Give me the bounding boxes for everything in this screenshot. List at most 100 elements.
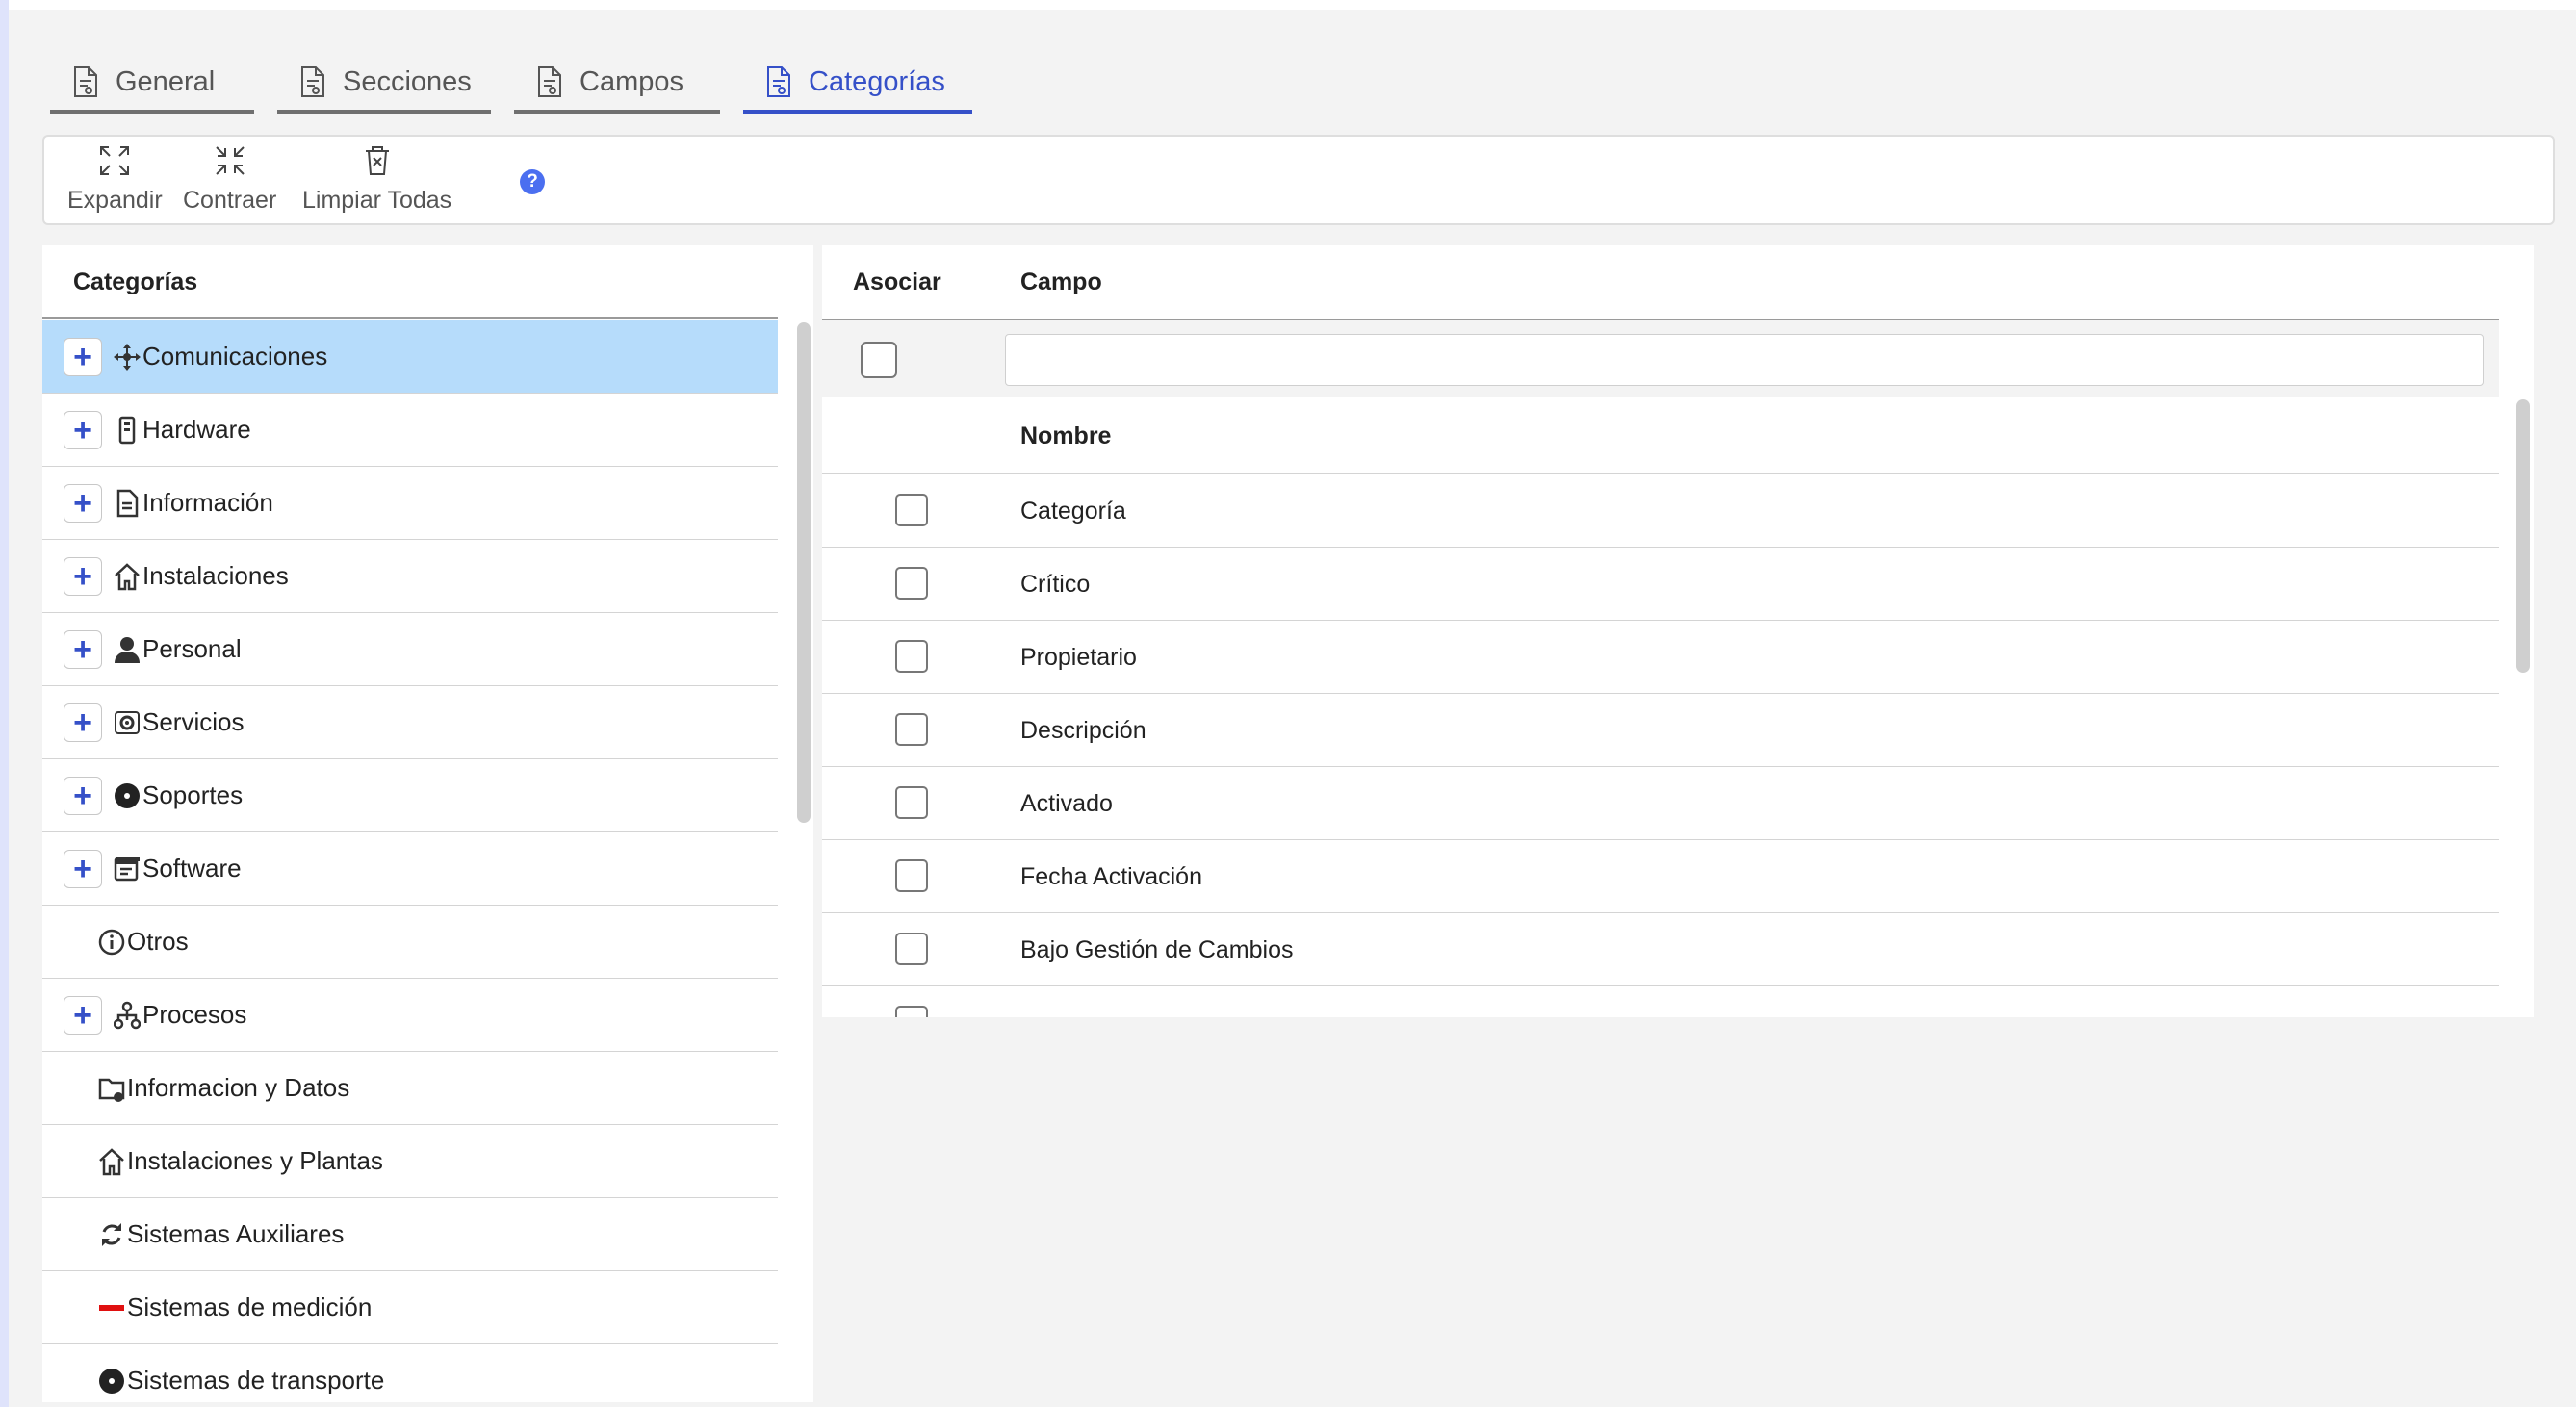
expand-node-button[interactable]: + — [64, 776, 102, 815]
table-row: Propietario — [822, 621, 2499, 694]
document-icon — [538, 66, 561, 97]
field-name: Crítico — [1020, 571, 1091, 598]
column-header-field[interactable]: Campo — [1020, 261, 1102, 303]
tree-item-soportes[interactable]: + Soportes — [42, 759, 778, 832]
table-row: Fecha Activación — [822, 840, 2499, 913]
tree-item-label: Software — [142, 854, 242, 883]
help-icon[interactable]: ? — [520, 169, 545, 194]
field-name: Activado — [1020, 790, 1113, 817]
left-edge-accent — [0, 0, 9, 1407]
tab-campos[interactable]: Campos — [514, 54, 720, 114]
tree-item-label: Otros — [127, 927, 189, 956]
collapse-icon — [215, 146, 245, 175]
software-icon — [114, 855, 141, 883]
field-name: Descripción — [1020, 717, 1146, 744]
table-row-partial — [822, 986, 2499, 1017]
refresh-icon — [98, 1220, 125, 1249]
field-name: Bajo Gestión de Cambios — [1020, 936, 1294, 963]
associate-checkbox[interactable] — [895, 713, 928, 746]
associate-checkbox[interactable] — [895, 1006, 928, 1017]
tree-item-label: Servicios — [142, 707, 245, 736]
disc-icon — [98, 1367, 125, 1395]
expand-node-button[interactable]: + — [64, 556, 102, 596]
table-row: Descripción — [822, 694, 2499, 767]
clear-all-label: Limpiar Todas — [302, 187, 452, 214]
associate-checkbox[interactable] — [895, 494, 928, 526]
field-filter-input[interactable] — [1005, 334, 2484, 386]
house-icon — [114, 562, 141, 591]
expand-node-button[interactable]: + — [64, 995, 102, 1035]
associate-checkbox[interactable] — [895, 786, 928, 819]
categories-panel-title: Categorías — [73, 269, 198, 295]
expand-label: Expandir — [67, 187, 163, 214]
person-icon — [114, 635, 141, 664]
fields-list: Categoría Crítico Propietario Descripció… — [822, 474, 2499, 1017]
tree-item-instalaciones[interactable]: + Instalaciones — [42, 540, 778, 613]
expand-node-button[interactable]: + — [64, 629, 102, 669]
house-icon — [98, 1147, 125, 1176]
expand-icon — [100, 146, 130, 175]
tree-item-label: Información — [142, 488, 273, 517]
tree-item-procesos[interactable]: + Procesos — [42, 979, 778, 1052]
tree-item-informacion-y-datos[interactable]: Informacion y Datos — [42, 1052, 778, 1125]
filter-row — [822, 320, 2499, 397]
tab-secciones[interactable]: Secciones — [277, 54, 491, 114]
top-strip — [9, 0, 2576, 10]
tab-campos-label: Campos — [580, 65, 683, 97]
info-icon — [98, 928, 125, 957]
tree-item-sistemas-de-transporte[interactable]: Sistemas de transporte — [42, 1344, 778, 1402]
toolbar: Expandir Contraer Limpiar Todas ? — [42, 135, 2555, 225]
tree-item-personal[interactable]: + Personal — [42, 613, 778, 686]
tree-item-label: Informacion y Datos — [127, 1073, 350, 1102]
group-header: Nombre — [822, 397, 2499, 474]
expand-node-button[interactable]: + — [64, 337, 102, 376]
tab-general-label: General — [116, 65, 216, 97]
tree-item-otros[interactable]: Otros — [42, 906, 778, 979]
expand-button[interactable]: Expandir — [67, 144, 163, 215]
folder-data-icon — [98, 1074, 125, 1103]
fields-scrollbar[interactable] — [2516, 399, 2530, 673]
tree-item-label: Soportes — [142, 780, 244, 809]
table-row: Activado — [822, 767, 2499, 840]
associate-checkbox[interactable] — [895, 567, 928, 600]
categories-panel: Categorías + Comunicaciones + Hardware +… — [42, 245, 813, 1402]
document-icon — [767, 66, 790, 97]
associate-checkbox[interactable] — [895, 933, 928, 965]
category-tree: + Comunicaciones + Hardware + Informació… — [42, 320, 778, 1402]
tab-categorias[interactable]: Categorías — [743, 54, 972, 114]
tree-item-sistemas-auxiliares[interactable]: Sistemas Auxiliares — [42, 1198, 778, 1271]
clear-all-button[interactable]: Limpiar Todas — [302, 144, 451, 215]
tree-item-label: Personal — [142, 634, 242, 663]
tree-item-informacion[interactable]: + Información — [42, 467, 778, 540]
tree-item-software[interactable]: + Software — [42, 832, 778, 906]
tree-item-label: Sistemas de medición — [127, 1292, 373, 1321]
tab-general[interactable]: General — [50, 54, 254, 114]
tree-scrollbar[interactable] — [797, 322, 811, 823]
red-bar-icon — [98, 1293, 125, 1322]
associate-checkbox[interactable] — [895, 640, 928, 673]
tree-item-label: Procesos — [142, 1000, 247, 1029]
trash-icon — [365, 146, 389, 175]
table-row: Categoría — [822, 474, 2499, 548]
tree-item-comunicaciones[interactable]: + Comunicaciones — [42, 320, 778, 394]
tree-item-sistemas-de-medicion[interactable]: Sistemas de medición — [42, 1271, 778, 1344]
tree-item-servicios[interactable]: + Servicios — [42, 686, 778, 759]
tree-item-hardware[interactable]: + Hardware — [42, 394, 778, 467]
column-header-associate[interactable]: Asociar — [853, 261, 941, 303]
select-all-checkbox[interactable] — [861, 342, 897, 378]
document-icon — [114, 489, 141, 518]
disc-icon — [114, 781, 141, 810]
collapse-label: Contraer — [183, 187, 277, 214]
expand-node-button[interactable]: + — [64, 703, 102, 742]
tree-item-instalaciones-y-plantas[interactable]: Instalaciones y Plantas — [42, 1125, 778, 1198]
collapse-button[interactable]: Contraer — [183, 144, 276, 215]
tree-item-label: Comunicaciones — [142, 342, 328, 371]
expand-node-button[interactable]: + — [64, 410, 102, 449]
associate-checkbox[interactable] — [895, 859, 928, 892]
server-icon — [114, 416, 141, 445]
expand-node-button[interactable]: + — [64, 483, 102, 523]
document-icon — [74, 66, 97, 97]
expand-node-button[interactable]: + — [64, 849, 102, 888]
network-icon — [114, 343, 141, 371]
field-name: Categoría — [1020, 498, 1126, 524]
